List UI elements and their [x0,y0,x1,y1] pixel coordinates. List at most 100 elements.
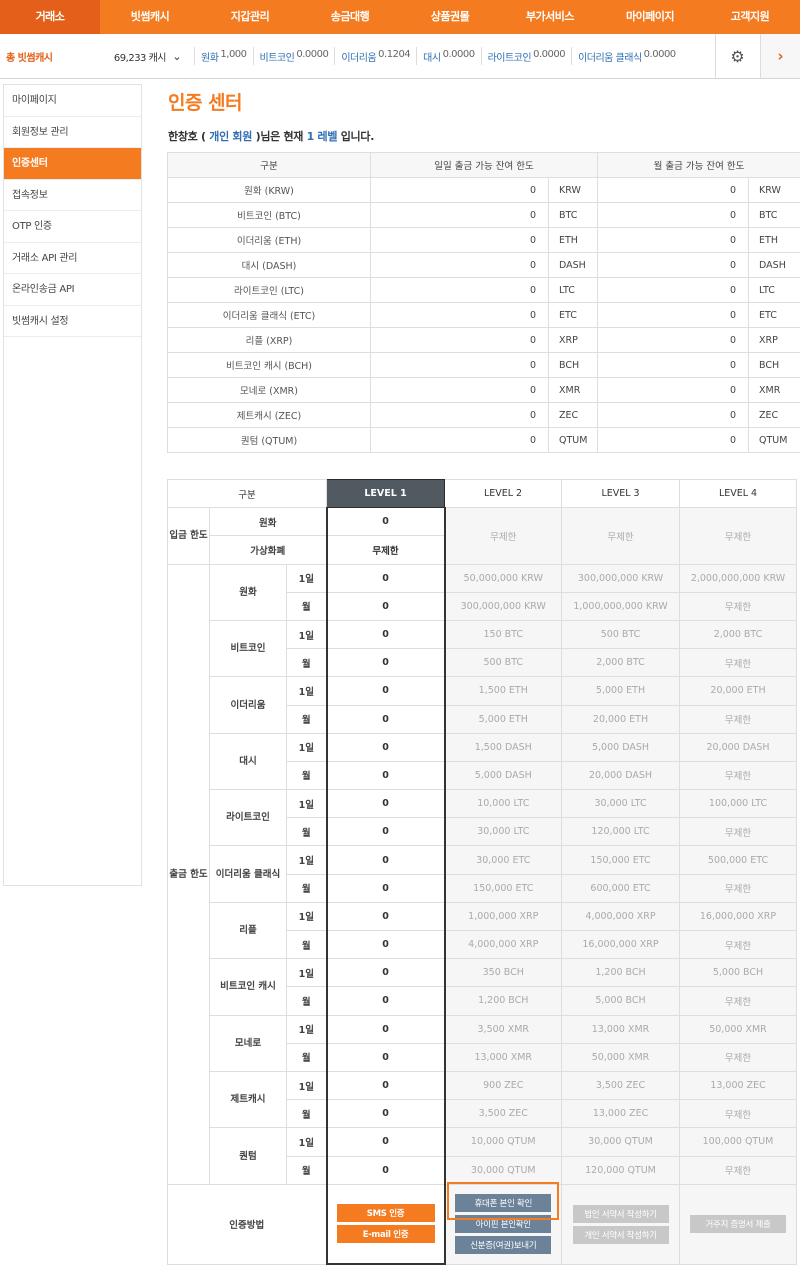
withdraw-row: 모네로 1일 0 3,500 XMR 13,000 XMR 50,000 XMR [168,1014,798,1072]
level-limits-table: 구분 LEVEL 1 LEVEL 2 LEVEL 3 LEVEL 4 입금 한도 원화 0 무제… [166,478,798,1266]
coin-balance-3[interactable]: 대시 0.0000 [423,49,475,64]
coin-name-cell: 대시 (DASH) [167,252,371,278]
coin-balance-0[interactable]: 원화 1,000 [201,49,247,64]
l4-limit: 무제한 [679,648,798,678]
coin-balance-1[interactable]: 비트코인 0.0000 [260,49,329,64]
auth-l4-cell: 거주지 증명서 제출 [679,1183,798,1265]
sidebar-item-4[interactable]: OTP 인증 [4,211,141,243]
daily-unit-cell: BTC [547,202,599,228]
sidebar-item-1[interactable]: 회원정보 관리 [4,117,141,148]
withdraw-row: 비트코인 캐시 1일 0 350 BCH 1,200 BCH 5,000 BCH [168,958,798,1016]
sidebar-item-0[interactable]: 마이페이지 [4,85,141,117]
auth-l3-button-1[interactable]: 개인 서약서 작성하기 [572,1225,669,1244]
deposit-l4: 무제한 [679,507,798,565]
daily-limit-cell: 0 [370,202,549,228]
sidebar-item-3[interactable]: 접속정보 [4,180,141,211]
period-cell: 월 [285,760,328,791]
sidebar-item-7[interactable]: 빗썸캐시 설정 [4,306,141,337]
l3-limit: 5,000 DASH [561,732,681,762]
daily-unit-cell: XMR [547,377,599,403]
auth-l1-button-1[interactable]: E-mail 인증 [336,1225,435,1244]
coin-name-cell: 이더리움 클래식 [209,845,287,903]
monthly-unit-cell: XMR [748,377,800,403]
monthly-limit-cell: 0 [597,227,750,253]
coin-name-cell: 원화 (KRW) [167,177,371,203]
coin-name-cell: 원화 [209,563,287,621]
page-title: 인증 센터 [168,92,243,114]
nav-item-1[interactable]: 빗썸캐시 [100,0,200,34]
l3-limit: 20,000 ETH [561,704,681,734]
monthly-unit-cell: BCH [748,352,800,378]
monthly-limit-cell: 0 [597,177,750,203]
gear-icon[interactable]: ⚙ [715,34,759,78]
coin-name-cell: 퀀텀 [209,1127,287,1185]
auth-l1-button-0[interactable]: SMS 인증 [336,1204,435,1223]
l2-limit: 150 BTC [444,619,563,650]
period-cell: 월 [285,929,328,960]
nav-item-2[interactable]: 지갑관리 [200,0,300,34]
divider [480,47,482,65]
auth-l3-button-0[interactable]: 법인 서약서 작성하기 [572,1204,669,1223]
level-1-limit: 0 [325,929,446,960]
l2-limit: 5,000 ETH [444,704,563,734]
daily-limit-cell: 0 [370,177,549,203]
auth-l2-button-1[interactable]: 아이핀 본인확인 [455,1215,552,1234]
l4-limit: 무제한 [679,1099,798,1129]
sidebar-item-5[interactable]: 거래소 API 관리 [4,243,141,274]
limits-header-row: 구분 일일 출금 가능 잔여 한도 월 출금 가능 잔여 한도 [167,152,800,178]
coin-balance-2[interactable]: 이더리움 0.1204 [341,49,410,64]
l2-limit: 50,000,000 KRW [444,563,563,593]
auth-l3-cell: 법인 서약서 작성하기개인 서약서 작성하기 [561,1183,681,1265]
l3-limit: 5,000 ETH [561,676,681,706]
auth-l4-button-0[interactable]: 거주지 증명서 제출 [690,1215,787,1234]
nav-item-7[interactable]: 고객지원 [700,0,800,34]
level-1-deposit: 무제한 [325,535,446,565]
l2-limit: 30,000 ETC [444,845,563,875]
daily-limit-cell: 0 [370,252,549,278]
nav-item-6[interactable]: 마이페이지 [600,0,700,34]
daily-limit-cell: 0 [370,302,549,328]
nav-item-4[interactable]: 상품권몰 [400,0,500,34]
level-3-header: LEVEL 3 [561,478,681,509]
auth-l2-button-0[interactable]: 휴대폰 본인 확인 [455,1194,552,1213]
monthly-unit-cell: ETH [748,227,800,253]
divider [571,47,573,65]
l2-limit: 4,000,000 XRP [444,929,563,960]
level-1-limit: 0 [325,591,446,621]
l4-limit: 무제한 [679,760,798,791]
level-1-limit: 0 [325,958,446,988]
l3-limit: 600,000 ETC [561,873,681,903]
auth-l2-button-2[interactable]: 신분증(여권)보내기 [455,1236,552,1255]
daily-unit-cell: ETH [547,227,599,253]
coin-name-cell: 라이트코인 [209,789,287,847]
chevron-down-icon[interactable]: ⌄ [166,50,188,63]
nav-item-5[interactable]: 부가서비스 [500,0,600,34]
nav-item-0[interactable]: 거래소 [0,0,100,34]
chevron-right-icon[interactable]: › [760,34,800,78]
l4-limit: 500,000 ETC [679,845,798,875]
monthly-unit-cell: ETC [748,302,800,328]
level-1-limit: 0 [325,1099,446,1129]
level-1-limit: 0 [325,986,446,1016]
coin-name-cell: 비트코인 캐시 [209,958,287,1016]
withdrawal-limits-table: 구분 일일 출금 가능 잔여 한도 월 출금 가능 잔여 한도 원화 (KRW)… [167,152,800,453]
deposit-row: 입금 한도 원화 0 무제한 무제한 무제한 [167,507,798,565]
sidebar-item-6[interactable]: 온라인송금 API [4,274,141,306]
l3-limit: 20,000 DASH [561,760,681,791]
coin-balance-4[interactable]: 라이트코인 0.0000 [488,49,566,64]
coin-name-cell: 모네로 [209,1014,287,1072]
level-1-limit: 0 [325,648,446,678]
period-cell: 1일 [285,901,328,932]
nav-item-3[interactable]: 송금대행 [300,0,400,34]
coin-balance-5[interactable]: 이더리움 클래식 0.0000 [578,49,676,64]
level-1-limit: 0 [325,1155,446,1185]
coin-name: 대시 [423,52,441,64]
coin-name-cell: 제트캐시 [209,1070,287,1129]
l2-limit: 1,500 ETH [444,676,563,706]
period-cell: 월 [285,873,328,903]
sidebar-item-2[interactable]: 인증센터 [4,148,141,180]
daily-unit-cell: BCH [547,352,599,378]
period-cell: 월 [285,648,328,678]
l2-limit: 30,000 QTUM [444,1155,563,1185]
daily-limit-cell: 0 [370,402,549,428]
